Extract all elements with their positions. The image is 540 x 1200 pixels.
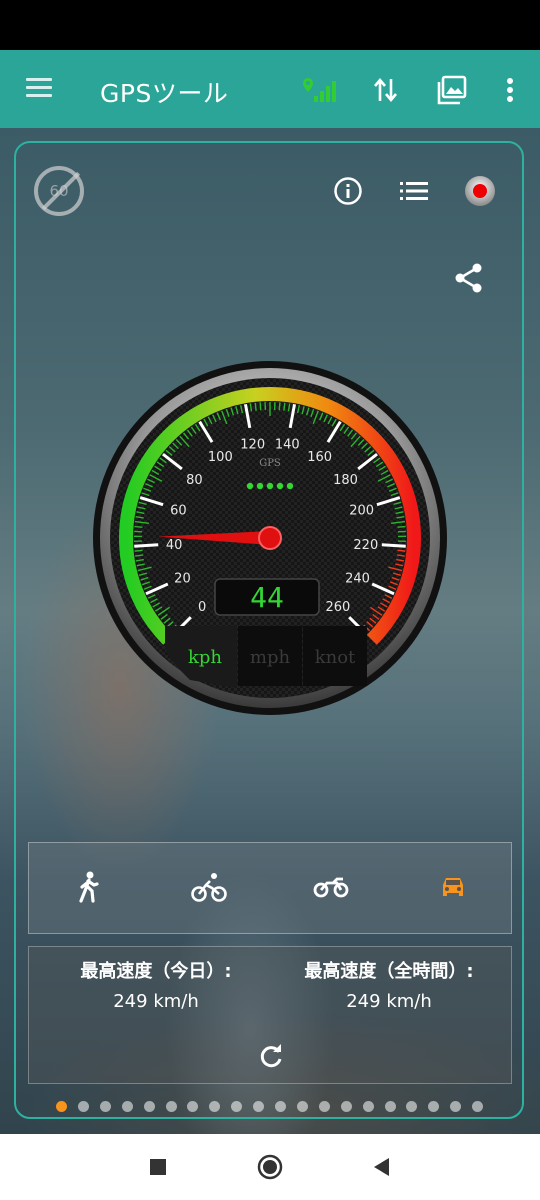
speed-limit-off-icon[interactable]: 60 <box>34 166 84 216</box>
page-dot[interactable] <box>209 1101 221 1112</box>
gauge-label: 20 <box>174 571 191 586</box>
gauge-label: 260 <box>325 600 350 615</box>
max-speed-panel: 最高速度（今日）: 249 km/h 最高速度（全時間）: 249 km/h <box>28 946 512 1084</box>
more-vert-icon[interactable] <box>492 72 528 108</box>
gauge-label: 60 <box>170 503 187 518</box>
gps-dot <box>266 482 274 490</box>
gauge-tick <box>259 402 262 411</box>
gauge-tick <box>134 525 143 528</box>
unit-tab-mph[interactable]: mph <box>250 647 291 668</box>
page-dot[interactable] <box>340 1101 352 1112</box>
gauge-tick <box>134 549 143 552</box>
page-dot[interactable] <box>450 1101 462 1112</box>
today-max-label: 最高速度（今日）: <box>80 961 232 982</box>
page-dot[interactable] <box>77 1101 89 1112</box>
unit-tab-kph[interactable]: kph <box>188 647 222 668</box>
page-dot[interactable] <box>187 1101 199 1112</box>
gps-dot <box>256 482 264 490</box>
info-icon[interactable] <box>330 173 366 209</box>
unit-tab-knot[interactable]: knot <box>315 647 356 668</box>
refresh-icon[interactable] <box>255 1041 287 1073</box>
alltime-max-label: 最高速度（全時間）: <box>304 961 474 982</box>
gauge-tick <box>381 543 406 548</box>
gauge-tick <box>134 543 159 548</box>
car-icon[interactable] <box>423 857 483 917</box>
back-icon[interactable] <box>368 1154 394 1180</box>
page-dot[interactable] <box>165 1101 177 1112</box>
gauge-label: 220 <box>353 538 378 553</box>
speedometer-gauge: 0 20 40 60 80 100 120 140 160180 200 220 240 260 GPS… <box>93 361 447 715</box>
page-dot[interactable] <box>428 1101 440 1112</box>
page-indicator <box>0 1101 540 1115</box>
gauge-label: 80 <box>186 473 203 488</box>
walk-icon[interactable] <box>59 857 119 917</box>
motorcycle-icon[interactable] <box>301 857 361 917</box>
gps-dot <box>276 482 284 490</box>
app-title: GPSツール <box>100 79 229 108</box>
today-max-value: 249 km/h <box>113 991 199 1012</box>
swap-vertical-icon[interactable] <box>368 72 404 108</box>
gauge-label: 200 <box>349 503 374 518</box>
page-dot[interactable] <box>296 1101 308 1112</box>
gps-signal-icon[interactable] <box>302 72 338 108</box>
gauge-tick <box>278 402 281 411</box>
page-dot[interactable] <box>406 1101 418 1112</box>
gauge-label: 180 <box>333 473 358 488</box>
gallery-icon[interactable] <box>434 72 470 108</box>
page-dot[interactable] <box>275 1101 286 1112</box>
page-dot[interactable] <box>362 1101 374 1112</box>
page-dot[interactable] <box>56 1101 67 1112</box>
bicycle-icon[interactable] <box>179 857 239 917</box>
gauge-tick <box>283 402 286 411</box>
page-dot[interactable] <box>318 1101 330 1112</box>
gauge-label: 240 <box>345 571 370 586</box>
app-bar: GPSツール <box>0 50 540 128</box>
gps-dot <box>286 482 294 490</box>
alltime-max-value: 249 km/h <box>346 991 432 1012</box>
page-dot[interactable] <box>472 1101 484 1112</box>
gauge-label: 160 <box>307 450 332 465</box>
recents-icon[interactable] <box>145 1154 171 1180</box>
share-icon[interactable] <box>451 260 487 296</box>
gauge-label: 120 <box>240 438 265 453</box>
gauge-label: 140 <box>275 438 300 453</box>
menu-icon[interactable] <box>26 78 52 98</box>
needle-hub <box>258 526 282 550</box>
page-dot[interactable] <box>253 1101 265 1112</box>
status-bar <box>0 0 540 50</box>
gauge-tick <box>397 549 406 552</box>
transport-mode-bar <box>28 842 512 934</box>
gauge-brand: GPS <box>259 458 281 469</box>
page-dot[interactable] <box>121 1101 133 1112</box>
page-dot[interactable] <box>384 1101 396 1112</box>
gauge-label: 0 <box>198 600 206 615</box>
digital-speed: 44 <box>250 581 284 614</box>
page-dot[interactable] <box>231 1101 243 1112</box>
speed-limit-value: 60 <box>49 182 69 200</box>
gauge-label: 40 <box>166 538 183 553</box>
record-icon[interactable] <box>462 173 498 209</box>
gps-dot <box>246 482 254 490</box>
page-dot[interactable] <box>99 1101 111 1112</box>
list-icon[interactable] <box>396 173 432 209</box>
gauge-label: 100 <box>208 450 233 465</box>
system-nav-bar <box>0 1134 540 1200</box>
page-dot[interactable] <box>143 1101 155 1112</box>
gauge-tick <box>397 525 406 528</box>
home-icon[interactable] <box>257 1154 283 1180</box>
gauge-tick <box>254 402 257 411</box>
